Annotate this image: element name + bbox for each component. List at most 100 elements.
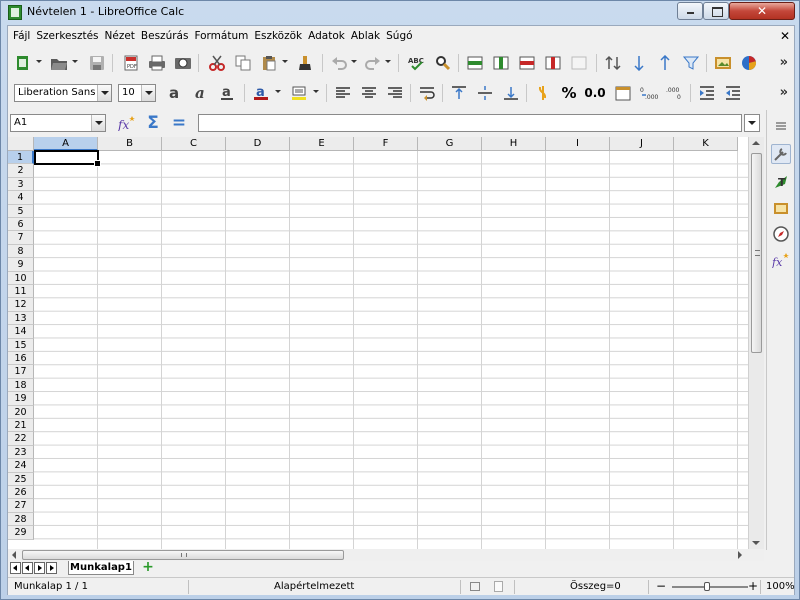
last-sheet-icon[interactable]: [46, 562, 57, 574]
open-icon[interactable]: [48, 53, 70, 73]
horizontal-scrollbar[interactable]: [8, 549, 764, 561]
row-header[interactable]: 15: [8, 338, 34, 352]
cell-area[interactable]: [34, 151, 748, 549]
merge-cells-icon[interactable]: [568, 53, 590, 73]
add-sheet-icon[interactable]: +: [140, 560, 156, 575]
row-header[interactable]: 19: [8, 392, 34, 406]
paste-dropdown-icon[interactable]: [282, 60, 288, 63]
row-header[interactable]: 3: [8, 177, 34, 192]
previous-sheet-icon[interactable]: [22, 562, 33, 574]
row-header[interactable]: 22: [8, 432, 34, 446]
copy-icon[interactable]: [232, 53, 254, 73]
delete-column-icon[interactable]: [542, 53, 564, 73]
row-header[interactable]: 8: [8, 244, 34, 259]
font-size-combo[interactable]: 10: [118, 84, 156, 102]
horizontal-scroll-thumb[interactable]: [22, 550, 344, 560]
delete-row-icon[interactable]: [516, 53, 538, 73]
row-header[interactable]: 11: [8, 285, 34, 299]
column-header[interactable]: J: [610, 137, 674, 151]
print-preview-icon[interactable]: [172, 53, 194, 73]
next-sheet-icon[interactable]: [34, 562, 45, 574]
functions-icon[interactable]: fx: [771, 250, 791, 270]
name-box-dropdown-icon[interactable]: [91, 115, 105, 131]
vertical-scrollbar[interactable]: [748, 137, 764, 549]
zoom-out-icon[interactable]: −: [656, 579, 666, 593]
column-header[interactable]: H: [482, 137, 546, 151]
new-icon[interactable]: [12, 53, 34, 73]
row-header[interactable]: 14: [8, 325, 34, 339]
row-header[interactable]: 1: [8, 151, 34, 165]
open-dropdown-icon[interactable]: [72, 60, 78, 63]
row-header[interactable]: 24: [8, 459, 34, 473]
date-format-icon[interactable]: [612, 83, 634, 103]
row-header[interactable]: 12: [8, 298, 34, 312]
first-sheet-icon[interactable]: [10, 562, 21, 574]
scroll-right-icon[interactable]: [738, 551, 742, 559]
maximize-button[interactable]: [703, 2, 729, 20]
vertical-scroll-thumb[interactable]: [751, 153, 762, 353]
autofilter-icon[interactable]: [680, 53, 702, 73]
close-document-icon[interactable]: ✕: [780, 29, 790, 43]
sum-icon[interactable]: Σ: [142, 113, 164, 133]
menu-edit[interactable]: Szerkesztés: [33, 26, 101, 46]
align-center-icon[interactable]: [358, 83, 380, 103]
align-bottom-icon[interactable]: [500, 83, 522, 103]
delete-decimal-place-icon[interactable]: .000 0: [664, 83, 686, 103]
print-icon[interactable]: [146, 53, 168, 73]
row-header[interactable]: 2: [8, 164, 34, 178]
row-header[interactable]: 26: [8, 486, 34, 500]
align-top-icon[interactable]: [448, 83, 470, 103]
row-header[interactable]: 21: [8, 419, 34, 433]
background-color-dropdown-icon[interactable]: [313, 90, 319, 93]
row-header[interactable]: 25: [8, 472, 34, 486]
function-icon[interactable]: =: [168, 113, 190, 133]
align-right-icon[interactable]: [384, 83, 406, 103]
decrease-indent-icon[interactable]: [722, 83, 744, 103]
menu-format[interactable]: Formátum: [191, 26, 251, 46]
gallery-icon[interactable]: [771, 198, 791, 218]
menu-data[interactable]: Adatok: [305, 26, 348, 46]
sort-icon[interactable]: [602, 53, 624, 73]
font-color-dropdown-icon[interactable]: [275, 90, 281, 93]
row-header[interactable]: 6: [8, 218, 34, 232]
sheet-tab[interactable]: Munkalap1: [68, 561, 134, 575]
number-format-icon[interactable]: 0.0: [584, 83, 606, 103]
underline-icon[interactable]: a: [216, 83, 238, 103]
sidebar-menu-icon[interactable]: [771, 116, 791, 136]
italic-icon[interactable]: a: [190, 83, 212, 103]
formula-input[interactable]: [198, 114, 742, 132]
column-header[interactable]: A: [34, 137, 98, 151]
paste-icon[interactable]: [258, 53, 280, 73]
column-header[interactable]: K: [674, 137, 738, 151]
row-header[interactable]: 17: [8, 365, 34, 379]
row-header[interactable]: 18: [8, 378, 34, 393]
cut-icon[interactable]: [206, 53, 228, 73]
menu-window[interactable]: Ablak: [348, 26, 383, 46]
currency-format-icon[interactable]: [532, 83, 554, 103]
insert-image-icon[interactable]: [712, 53, 734, 73]
row-header[interactable]: 5: [8, 204, 34, 218]
menu-view[interactable]: Nézet: [102, 26, 138, 46]
row-header[interactable]: 4: [8, 191, 34, 205]
menu-help[interactable]: Súgó: [383, 26, 415, 46]
scroll-up-icon[interactable]: [752, 141, 760, 145]
function-wizard-icon[interactable]: fx: [116, 113, 138, 133]
row-icon[interactable]: [464, 53, 486, 73]
font-color-icon[interactable]: a: [250, 83, 272, 103]
spelling-icon[interactable]: ABC: [406, 53, 428, 73]
column-header[interactable]: G: [418, 137, 482, 151]
row-header[interactable]: 28: [8, 512, 34, 527]
styles-icon[interactable]: T: [771, 172, 791, 192]
align-left-icon[interactable]: [332, 83, 354, 103]
new-dropdown-icon[interactable]: [36, 60, 42, 63]
clone-formatting-icon[interactable]: [294, 53, 316, 73]
menu-file[interactable]: Fájl: [10, 26, 33, 46]
font-name-dropdown-icon[interactable]: [97, 85, 111, 101]
page-style[interactable]: Alapértelmezett: [274, 581, 354, 592]
column-header[interactable]: B: [98, 137, 162, 151]
undo-dropdown-icon[interactable]: [351, 60, 357, 63]
select-all-corner[interactable]: [8, 137, 34, 151]
add-decimal-place-icon[interactable]: 0.000: [638, 83, 660, 103]
close-button[interactable]: ✕: [729, 2, 795, 20]
column-header[interactable]: C: [162, 137, 226, 151]
